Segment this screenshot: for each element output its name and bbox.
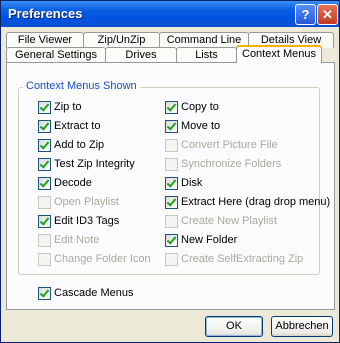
checkbox-extract-here-label[interactable]: Extract Here (drag drop menu) <box>181 196 330 209</box>
tab-zip-unzip[interactable]: Zip/UnZip <box>83 32 160 48</box>
checkbox-create-selfextracting-zip-label: Create SelfExtracting Zip <box>181 253 304 265</box>
ok-button[interactable]: OK <box>205 316 263 337</box>
checkbox-extract-to-label[interactable]: Extract to <box>54 120 100 133</box>
checkbox-disk-label[interactable]: Disk <box>181 177 202 190</box>
checkbox-convert-picture-file-box <box>165 139 178 152</box>
cancel-button[interactable]: Abbrechen <box>271 316 333 337</box>
close-button[interactable]: ✕ <box>317 4 338 25</box>
checkbox-move-to-label[interactable]: Move to <box>181 120 220 133</box>
checkbox-edit-id3-tags-box[interactable] <box>38 215 51 228</box>
checkbox-zip-to-box[interactable] <box>38 101 51 114</box>
checkbox-decode-box[interactable] <box>38 177 51 190</box>
tab-drives[interactable]: Drives <box>105 47 177 63</box>
checkbox-move-to-box[interactable] <box>165 120 178 133</box>
checkbox-open-playlist-box <box>38 196 51 209</box>
checkbox-synchronize-folders-box <box>165 158 178 171</box>
tab-context-menus[interactable]: Context Menus <box>236 45 322 63</box>
checkbox-create-new-playlist-box <box>165 215 178 228</box>
checkbox-test-zip-integrity-box[interactable] <box>38 158 51 171</box>
group-title: Context Menus Shown <box>23 80 140 92</box>
checkbox-open-playlist-label: Open Playlist <box>54 196 119 208</box>
checkbox-new-folder-label[interactable]: New Folder <box>181 234 237 247</box>
title-bar[interactable]: Preferences ? ✕ <box>1 1 339 27</box>
checkbox-copy-to-label[interactable]: Copy to <box>181 101 219 114</box>
checkbox-add-to-zip-label[interactable]: Add to Zip <box>54 139 104 152</box>
checkbox-edit-note-label: Edit Note <box>54 234 100 246</box>
checkbox-edit-note-box <box>38 234 51 247</box>
checkbox-edit-id3-tags-label[interactable]: Edit ID3 Tags <box>54 215 119 228</box>
checkbox-cascade-menus-box[interactable] <box>38 287 51 300</box>
checkbox-new-folder-box[interactable] <box>165 234 178 247</box>
tab-general-settings[interactable]: General Settings <box>6 47 106 63</box>
checkbox-disk-box[interactable] <box>165 177 178 190</box>
checkbox-synchronize-folders-label: Synchronize Folders <box>181 158 282 170</box>
checkbox-test-zip-integrity-label[interactable]: Test Zip Integrity <box>54 158 135 171</box>
checkbox-change-folder-icon-label: Change Folder Icon <box>54 253 151 265</box>
window-title: Preferences <box>8 6 83 21</box>
checkbox-copy-to-box[interactable] <box>165 101 178 114</box>
checkbox-zip-to-label[interactable]: Zip to <box>54 101 82 114</box>
checkbox-add-to-zip-box[interactable] <box>38 139 51 152</box>
checkbox-extract-to-box[interactable] <box>38 120 51 133</box>
checkbox-create-selfextracting-zip-box <box>165 253 178 266</box>
checkbox-extract-here-box[interactable] <box>165 196 178 209</box>
preferences-window: Preferences ? ✕ File Viewer Zip/UnZip Co… <box>0 0 340 343</box>
help-button[interactable]: ? <box>295 4 316 25</box>
checkbox-cascade-menus-label[interactable]: Cascade Menus <box>54 287 134 300</box>
checkbox-convert-picture-file-label: Convert Picture File <box>181 139 278 151</box>
checkbox-create-new-playlist-label: Create New Playlist <box>181 215 277 227</box>
tab-file-viewer[interactable]: File Viewer <box>6 32 84 48</box>
checkbox-decode-label[interactable]: Decode <box>54 177 92 190</box>
tab-lists[interactable]: Lists <box>176 47 237 63</box>
checkbox-change-folder-icon-box <box>38 253 51 266</box>
